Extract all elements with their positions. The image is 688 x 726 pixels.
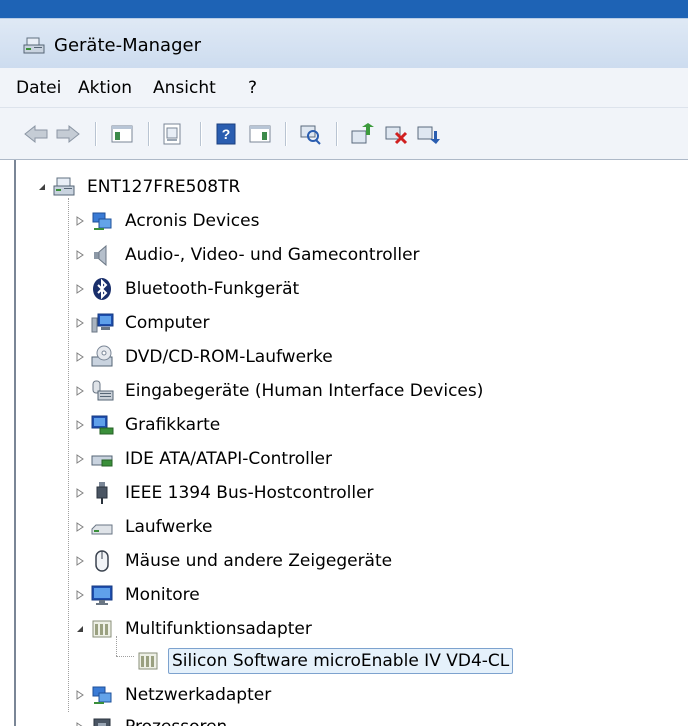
collapse-icon[interactable] [36, 181, 48, 193]
menu-ansicht[interactable]: Ansicht [153, 78, 216, 98]
expand-icon[interactable] [74, 555, 86, 567]
menu-aktion[interactable]: Aktion [78, 78, 132, 98]
menu-bar: Datei Aktion Ansicht ? [0, 68, 688, 108]
network-device-icon [90, 209, 114, 233]
tree-item-label: IDE ATA/ATAPI-Controller [125, 449, 333, 469]
expand-icon[interactable] [74, 249, 86, 261]
computer-icon [90, 311, 114, 335]
tree-item-label: Multifunktionsadapter [125, 619, 312, 639]
multifunction-adapter-icon [136, 649, 160, 673]
toolbar-separator [200, 122, 201, 146]
tree-item-acronis-devices[interactable]: Acronis Devices [74, 206, 262, 236]
uninstall-device-icon[interactable] [414, 120, 442, 148]
disable-device-icon[interactable] [382, 120, 410, 148]
title-bar[interactable]: Geräte-Manager [0, 18, 688, 68]
help-icon[interactable]: ? [212, 120, 240, 148]
computer-root-icon [52, 175, 76, 199]
show-action-pane-icon[interactable] [246, 120, 274, 148]
multifunction-adapter-icon [90, 617, 114, 641]
tree-guide-line [68, 198, 69, 712]
toolbar-separator [336, 122, 337, 146]
tree-item-label: Mäuse und andere Zeigegeräte [125, 551, 393, 571]
expand-icon[interactable] [74, 521, 86, 533]
tree-item-input-devices[interactable]: Eingabegeräte (Human Interface Devices) [74, 376, 486, 406]
tree-item-ieee-1394[interactable]: IEEE 1394 Bus-Hostcontroller [74, 478, 377, 508]
expand-icon[interactable] [74, 721, 86, 726]
tree-guide-line [116, 656, 134, 657]
menu-datei[interactable]: Datei [16, 78, 61, 98]
expand-icon[interactable] [74, 487, 86, 499]
tree-item-multifunction-adapter[interactable]: Multifunktionsadapter [74, 614, 315, 644]
expand-icon[interactable] [74, 317, 86, 329]
tree-item-bluetooth[interactable]: Bluetooth-Funkgerät [74, 274, 302, 304]
tree-item-label: Eingabegeräte (Human Interface Devices) [125, 381, 484, 401]
back-icon[interactable] [22, 120, 50, 148]
toolbar-separator [285, 122, 286, 146]
tree-item-monitors[interactable]: Monitore [74, 580, 203, 610]
network-adapter-icon [90, 683, 114, 707]
dvd-drive-icon [90, 345, 114, 369]
expand-icon[interactable] [74, 453, 86, 465]
expand-icon[interactable] [74, 215, 86, 227]
disk-drive-icon [90, 515, 114, 539]
bluetooth-icon [90, 277, 114, 301]
tree-item-label: Prozessoren [122, 715, 230, 726]
tree-item-processors[interactable]: Prozessoren [74, 712, 230, 726]
window-title: Geräte-Manager [54, 35, 201, 56]
toolbar: ? [0, 108, 688, 160]
processor-icon [90, 715, 114, 726]
scan-hardware-icon[interactable] [296, 120, 324, 148]
display-adapter-icon [90, 413, 114, 437]
properties-icon[interactable] [158, 120, 186, 148]
forward-icon[interactable] [54, 120, 82, 148]
firewire-icon [90, 481, 114, 505]
expand-icon[interactable] [74, 589, 86, 601]
tree-item-dvd-cd-rom[interactable]: DVD/CD-ROM-Laufwerke [74, 342, 336, 372]
tree-item-label: Computer [125, 313, 210, 333]
tree-item-label: Laufwerke [125, 517, 213, 537]
tree-item-audio-video[interactable]: Audio-, Video- und Gamecontroller [74, 240, 423, 270]
tree-item-label: IEEE 1394 Bus-Hostcontroller [125, 483, 374, 503]
tree-item-label: Grafikkarte [125, 415, 221, 435]
device-tree: ENT127FRE508TR Acronis Devices Audio-, V… [0, 160, 688, 726]
keyboard-icon [90, 379, 114, 403]
expand-icon[interactable] [74, 689, 86, 701]
window-top-border [0, 0, 688, 18]
device-manager-icon [22, 36, 46, 56]
tree-item-silicon-software-microenable[interactable]: Silicon Software microEnable IV VD4-CL [136, 646, 514, 676]
tree-item-label: Audio-, Video- und Gamecontroller [125, 245, 420, 265]
collapse-icon[interactable] [74, 623, 86, 635]
tree-item-mice[interactable]: Mäuse und andere Zeigegeräte [74, 546, 395, 576]
tree-root[interactable]: ENT127FRE508TR [36, 172, 243, 202]
tree-item-label: Monitore [125, 585, 200, 605]
monitor-icon [90, 583, 114, 607]
tree-item-network-adapter[interactable]: Netzwerkadapter [74, 680, 274, 710]
tree-item-computer[interactable]: Computer [74, 308, 213, 338]
expand-icon[interactable] [74, 283, 86, 295]
mouse-icon [90, 549, 114, 573]
speaker-icon [90, 243, 114, 267]
tree-item-drives[interactable]: Laufwerke [74, 512, 215, 542]
menu-help[interactable]: ? [248, 78, 257, 98]
tree-item-label: Acronis Devices [125, 211, 260, 231]
ide-controller-icon [90, 447, 114, 471]
tree-left-border [14, 160, 16, 726]
tree-item-graphics-card[interactable]: Grafikkarte [74, 410, 223, 440]
svg-text:?: ? [222, 126, 231, 142]
expand-icon[interactable] [74, 351, 86, 363]
tree-item-ide-controller[interactable]: IDE ATA/ATAPI-Controller [74, 444, 335, 474]
expand-icon[interactable] [74, 385, 86, 397]
toolbar-separator [148, 122, 149, 146]
tree-item-label: Silicon Software microEnable IV VD4-CL [168, 648, 514, 674]
tree-item-label: DVD/CD-ROM-Laufwerke [125, 347, 333, 367]
tree-item-label: Bluetooth-Funkgerät [125, 279, 300, 299]
toolbar-separator [95, 122, 96, 146]
tree-root-label: ENT127FRE508TR [87, 177, 241, 197]
expand-icon[interactable] [74, 419, 86, 431]
show-hide-console-tree-icon[interactable] [108, 120, 136, 148]
update-driver-icon[interactable] [348, 120, 376, 148]
tree-item-label: Netzwerkadapter [125, 685, 272, 705]
